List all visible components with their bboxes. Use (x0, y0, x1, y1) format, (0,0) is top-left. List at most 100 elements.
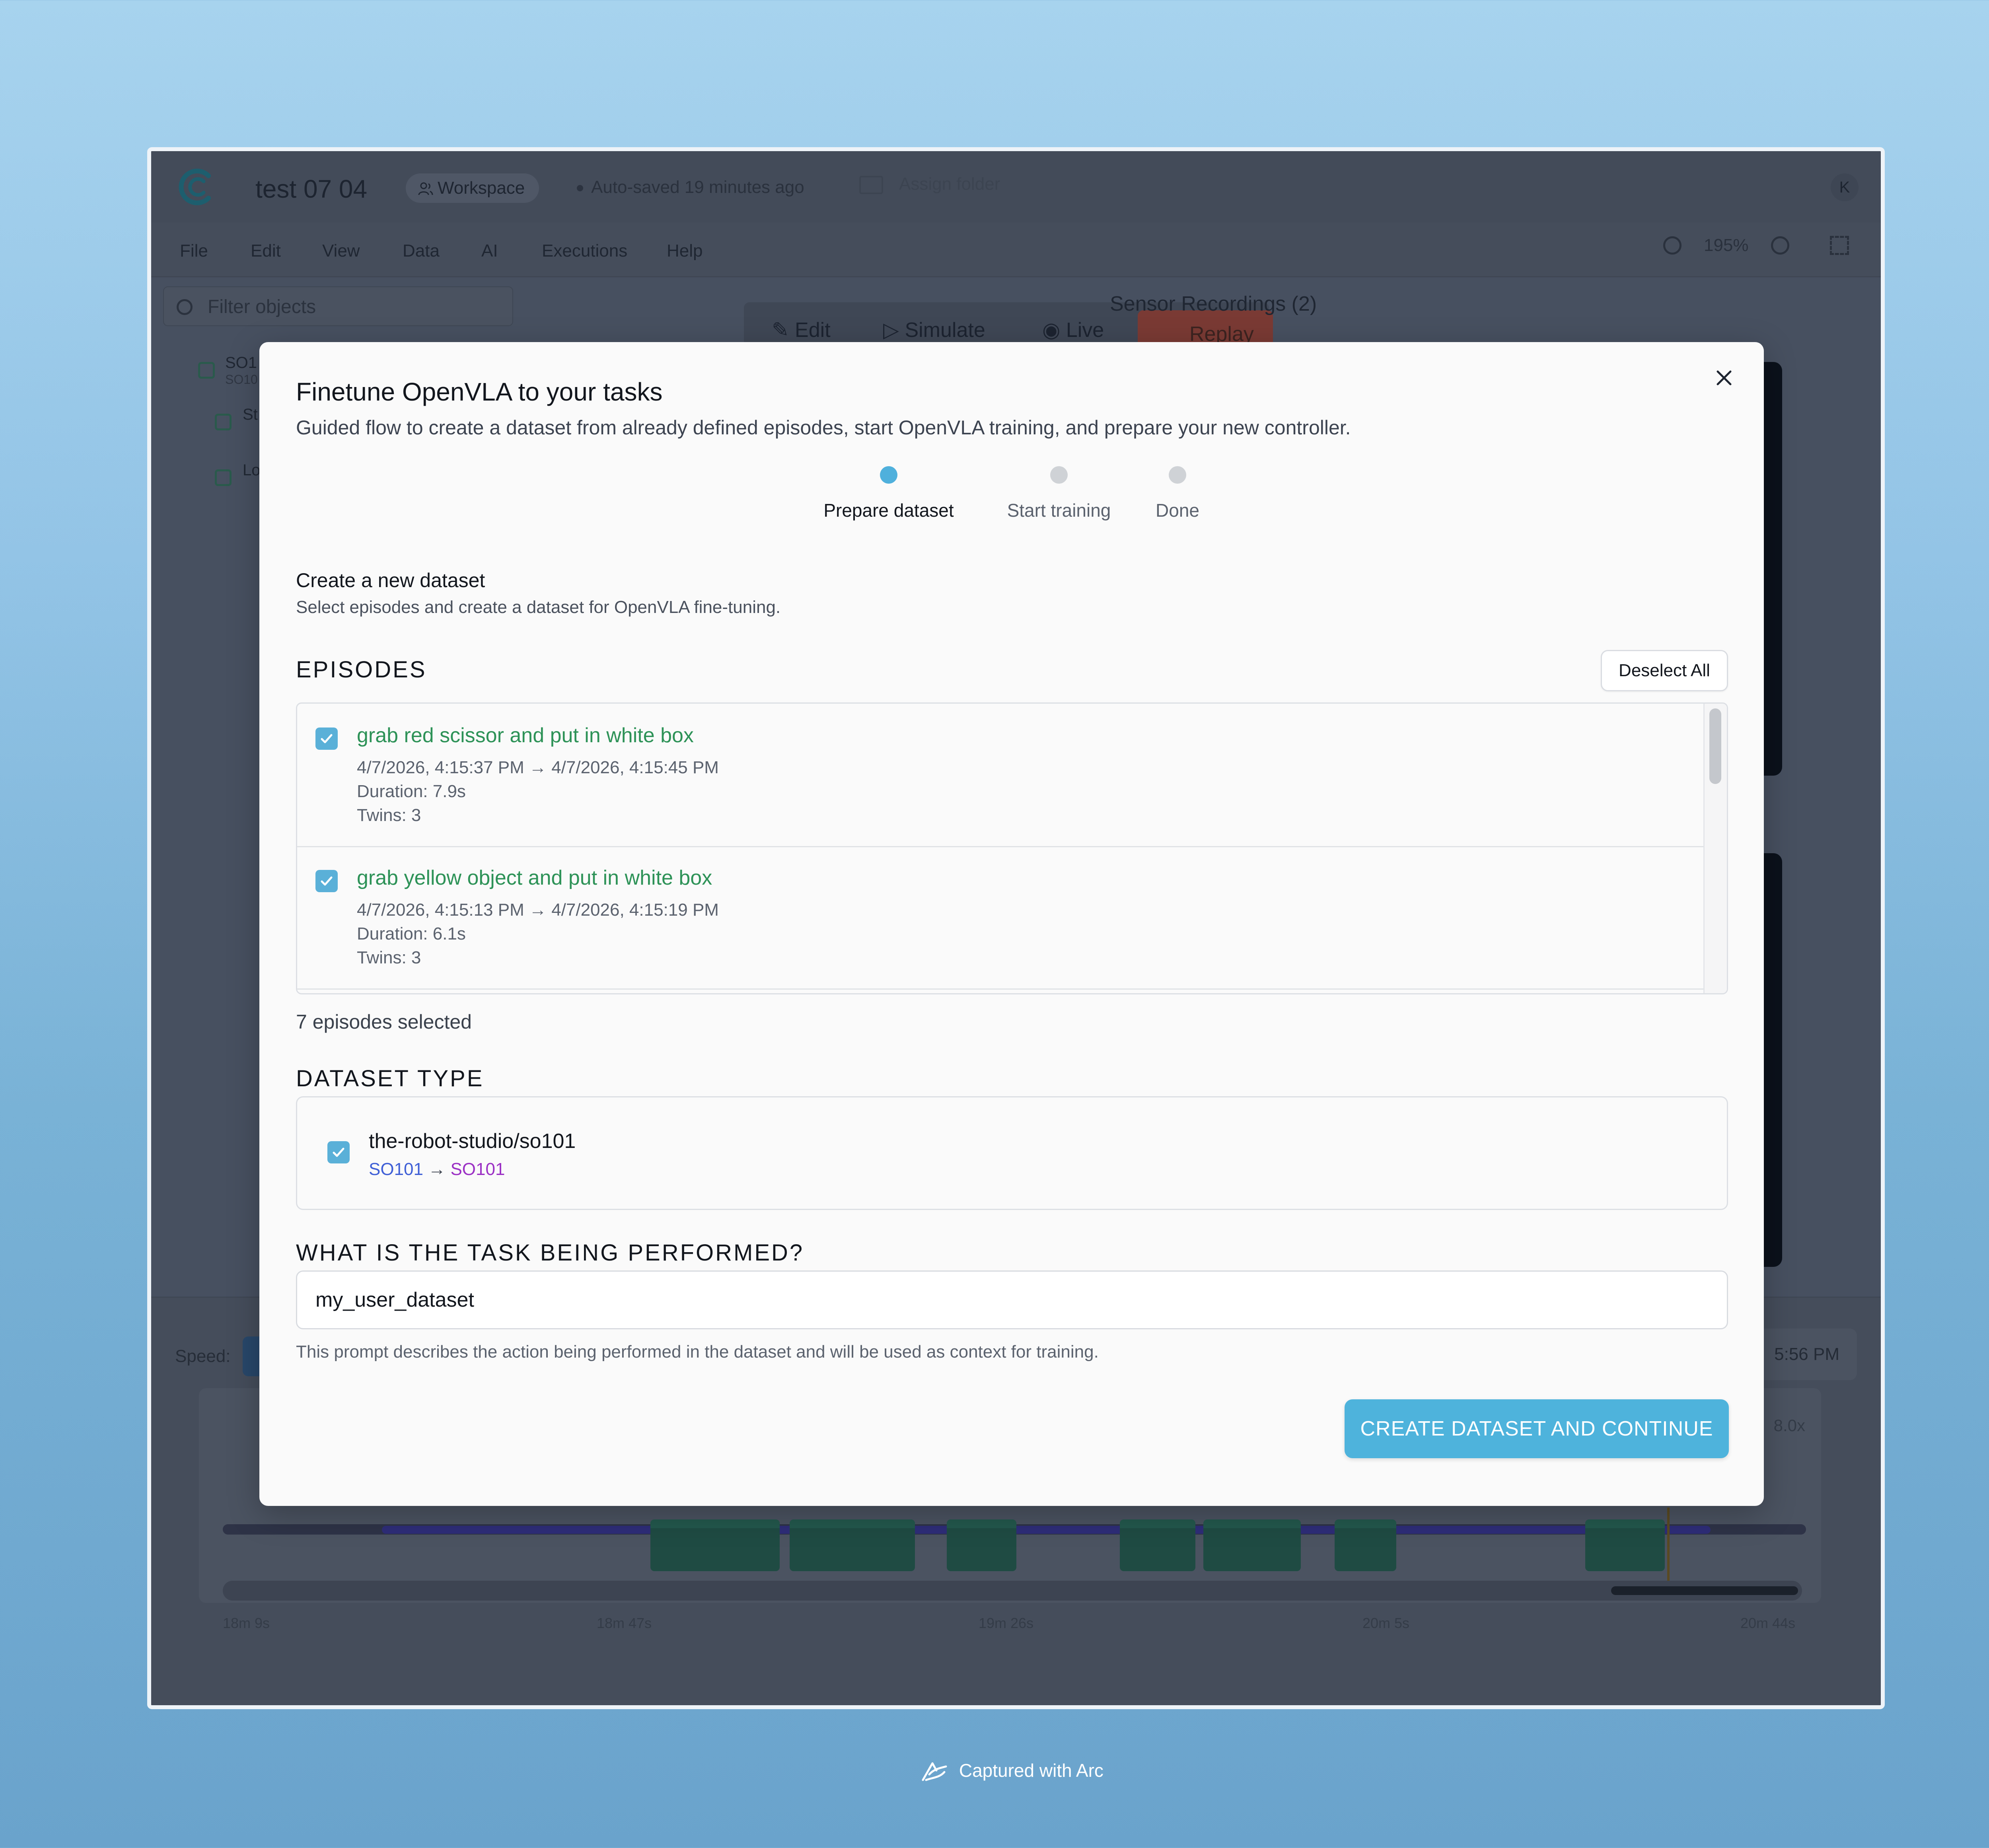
user-avatar[interactable]: K (1831, 173, 1859, 201)
edit-mode-button[interactable]: ✎ Edit (772, 318, 831, 342)
arrow-right-icon: → (428, 1159, 446, 1179)
arc-logo-icon (922, 1762, 947, 1781)
speed-label: Speed: (175, 1346, 231, 1366)
selected-episodes-count: 7 episodes selected (296, 1011, 472, 1033)
episode-time-range: 4/7/2026, 4:15:13 PM → 4/7/2026, 4:15:19… (357, 900, 719, 920)
captured-with-label: Captured with Arc (959, 1760, 1103, 1781)
menu-view[interactable]: View (322, 241, 360, 261)
folder-icon (859, 176, 883, 195)
top-bar: test 07 04 Workspace Auto-saved 19 minut… (151, 151, 1881, 224)
episode-segment[interactable] (1585, 1519, 1665, 1571)
time-readout: 5:56 PM (1754, 1329, 1857, 1380)
tree-item-label[interactable]: Lo (243, 461, 261, 479)
dataset-type-name: the-robot-studio/so101 (369, 1130, 576, 1153)
episode-twins: Twins: 3 (357, 805, 421, 825)
list-item[interactable]: grab yellow object and put in white box … (297, 846, 1705, 990)
episode-duration: Duration: 6.1s (357, 924, 466, 943)
robot-mapping: SO101 → SO101 (369, 1159, 505, 1179)
recordings-heading: Sensor Recordings (2) (1110, 292, 1317, 315)
step-indicator (1050, 466, 1068, 484)
menu-data[interactable]: Data (403, 241, 440, 261)
assign-folder-label: Assign folder (899, 174, 1000, 194)
autosave-status: Auto-saved 19 minutes ago (577, 177, 804, 197)
create-dataset-button[interactable]: CREATE DATASET AND CONTINUE (1345, 1399, 1729, 1458)
step-start-training: Start training (999, 466, 1119, 521)
zoom-out-icon[interactable] (1663, 236, 1682, 255)
tree-item-label[interactable]: St (243, 406, 258, 424)
episode-segment[interactable] (1203, 1519, 1301, 1571)
live-mode-button[interactable]: ◉ Live (1042, 318, 1104, 342)
check-icon (333, 1148, 344, 1157)
cube-icon (215, 469, 232, 486)
task-heading: WHAT IS THE TASK BEING PERFORMED? (296, 1240, 804, 1266)
document-title[interactable]: test 07 04 (255, 174, 367, 204)
speed-multiplier: 8.0x (1773, 1416, 1805, 1435)
create-dataset-heading: Create a new dataset (296, 569, 485, 591)
dataset-type-heading: DATASET TYPE (296, 1066, 484, 1091)
episode-segment[interactable] (947, 1519, 1016, 1571)
timeline-tick: 20m 5s (1362, 1615, 1410, 1631)
menu-help[interactable]: Help (667, 241, 703, 261)
step-done: Done (1142, 466, 1213, 521)
timeline-scroll-thumb[interactable] (1611, 1586, 1798, 1595)
search-icon (177, 299, 193, 315)
menu-executions[interactable]: Executions (542, 241, 627, 261)
playhead[interactable] (1667, 1508, 1670, 1587)
target-robot: SO101 (450, 1159, 505, 1179)
menu-edit[interactable]: Edit (251, 241, 281, 261)
episodes-scroll-thumb[interactable] (1709, 708, 1721, 784)
episode-segment[interactable] (790, 1519, 915, 1571)
tree-item-label[interactable]: SO1 (225, 354, 257, 372)
fullscreen-icon[interactable] (1830, 236, 1849, 255)
finetune-dialog: Finetune OpenVLA to your tasks Guided fl… (259, 342, 1764, 1506)
workspace-label: Workspace (438, 178, 525, 198)
simulate-mode-button[interactable]: ▷ Simulate (883, 318, 985, 342)
dialog-subtitle: Guided flow to create a dataset from alr… (296, 416, 1351, 439)
cube-icon (198, 362, 215, 379)
zoom-in-icon[interactable] (1771, 236, 1789, 255)
episode-duration: Duration: 7.9s (357, 782, 466, 801)
episode-twins: Twins: 3 (357, 948, 421, 967)
menu-ai[interactable]: AI (481, 241, 498, 261)
simulate-mode-label: Simulate (905, 319, 985, 342)
dataset-type-checkbox[interactable] (327, 1141, 350, 1163)
timeline-tick: 18m 47s (597, 1615, 652, 1631)
cube-icon (215, 414, 232, 430)
episode-segment[interactable] (1335, 1519, 1396, 1571)
timeline-tick: 18m 9s (223, 1615, 270, 1631)
live-mode-label: Live (1066, 319, 1104, 342)
close-icon[interactable] (1712, 366, 1736, 390)
capture-footer: Captured with Arc (0, 1760, 1989, 1784)
timeline-tick: 20m 44s (1740, 1615, 1796, 1631)
source-robot: SO101 (369, 1159, 423, 1179)
episode-segment[interactable] (1120, 1519, 1195, 1571)
timeline-range (382, 1526, 1711, 1534)
tree-item-sublabel: SO10 (225, 372, 258, 387)
assign-folder-button[interactable]: Assign folder (859, 174, 1000, 195)
episode-checkbox[interactable] (315, 728, 338, 750)
episode-segment[interactable] (650, 1519, 780, 1571)
deselect-all-button[interactable]: Deselect All (1601, 650, 1728, 691)
episodes-list[interactable]: grab red scissor and put in white box 4/… (296, 702, 1728, 994)
task-prompt-input[interactable]: my_user_dataset (296, 1270, 1728, 1329)
episode-name[interactable]: grab yellow object and put in white box (357, 866, 712, 890)
step-label: Start training (1007, 500, 1111, 521)
filter-placeholder: Filter objects (208, 296, 316, 317)
timeline-scrollbar[interactable] (223, 1581, 1802, 1601)
list-item[interactable]: grab red scissor and put in white box 4/… (297, 704, 1705, 847)
episodes-scrollbar[interactable] (1703, 704, 1727, 993)
filter-objects-input[interactable]: Filter objects (163, 286, 513, 326)
autosave-text: Auto-saved 19 minutes ago (591, 177, 804, 197)
zoom-level: 195% (1703, 235, 1749, 255)
episode-checkbox[interactable] (315, 870, 338, 892)
workspace-badge[interactable]: Workspace (406, 173, 539, 203)
step-prepare-dataset: Prepare dataset (821, 466, 956, 521)
task-hint: This prompt describes the action being p… (296, 1342, 1099, 1362)
episode-name[interactable]: grab red scissor and put in white box (357, 724, 694, 747)
status-dot (577, 185, 583, 192)
step-indicator-active (880, 466, 897, 484)
step-label: Prepare dataset (823, 500, 954, 521)
menu-bar: File Edit View Data AI Executions Help 1… (151, 223, 1881, 277)
menu-file[interactable]: File (180, 241, 208, 261)
dataset-type-option[interactable]: the-robot-studio/so101 SO101 → SO101 (296, 1096, 1728, 1210)
